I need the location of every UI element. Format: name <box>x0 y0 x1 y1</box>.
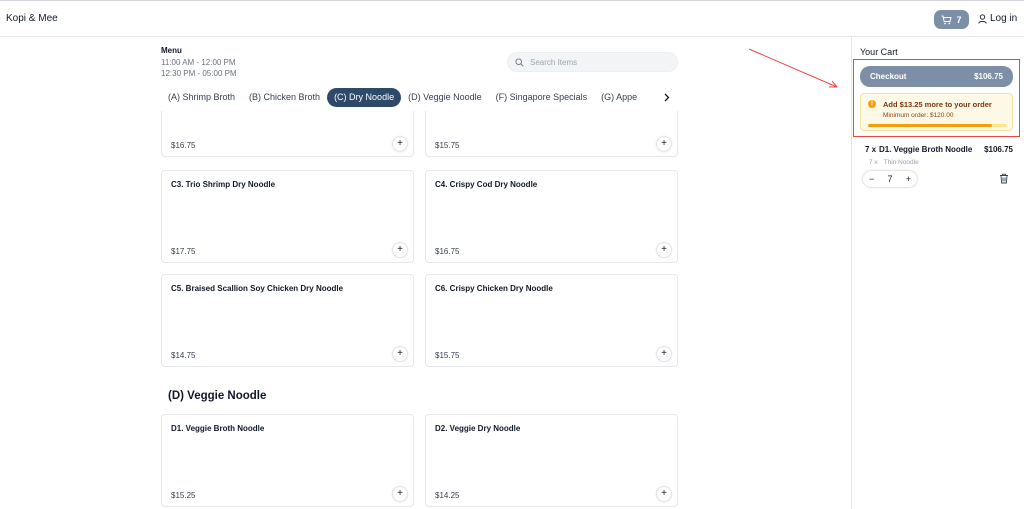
search-input[interactable] <box>530 57 670 67</box>
minimum-progress-bar <box>868 124 1007 127</box>
checkout-button[interactable]: Checkout $106.75 <box>860 66 1013 87</box>
section-title-veggie-noodle: (D) Veggie Noodle <box>168 390 267 402</box>
search-icon <box>515 57 524 67</box>
menu-item-name: D2. Veggie Dry Noodle <box>435 424 521 433</box>
cart-title: Your Cart <box>860 47 898 57</box>
minimum-progress-fill <box>868 124 992 127</box>
cart-item-option: Thin Noodle <box>883 159 919 166</box>
quantity-value: 7 <box>887 174 893 184</box>
menu-item-card[interactable]: C5. Braised Scallion Soy Chicken Dry Noo… <box>161 274 414 367</box>
add-item-button[interactable]: + <box>657 347 671 361</box>
tab-veggie-noodle[interactable]: (D) Veggie Noodle <box>401 88 489 107</box>
menu-item-card[interactable]: C4. Crispy Cod Dry Noodle $16.75 + <box>425 170 678 263</box>
login-label: Log in <box>990 13 1018 24</box>
menu-item-card[interactable]: C6. Crispy Chicken Dry Noodle $15.75 + <box>425 274 678 367</box>
cart-total: $106.75 <box>974 72 1003 81</box>
cart-divider <box>851 37 852 509</box>
menu-item-card[interactable]: $15.75 + <box>425 111 678 157</box>
menu-item-name: D1. Veggie Broth Noodle <box>171 424 265 433</box>
cart-button[interactable]: 7 <box>934 10 969 29</box>
menu-item-price: $14.75 <box>171 351 196 360</box>
tab-shrimp-broth[interactable]: (A) Shrimp Broth <box>161 88 242 107</box>
checkout-label: Checkout <box>870 72 907 81</box>
menu-hours-2: 12:30 PM - 05:00 PM <box>161 69 237 78</box>
chevron-right-icon <box>664 93 670 101</box>
menu-item-price: $17.75 <box>171 247 196 256</box>
notice-minimum: Minimum order: $120.00 <box>883 112 954 119</box>
cart-item-price: $106.75 <box>984 145 1013 154</box>
notice-message: Add $13.25 more to your order <box>883 100 992 109</box>
tabs-scroll-right-button[interactable] <box>660 89 674 105</box>
add-item-button[interactable]: + <box>393 347 407 361</box>
menu-item-card[interactable]: D1. Veggie Broth Noodle $15.25 + <box>161 414 414 507</box>
tab-singapore-specials[interactable]: (F) Singapore Specials <box>489 88 595 107</box>
menu-hours-1: 11:00 AM - 12:00 PM <box>161 58 236 67</box>
login-button[interactable]: Log in <box>978 13 1017 24</box>
add-item-button[interactable]: + <box>657 243 671 257</box>
cart-item-sub-qty: 7 x <box>869 159 878 166</box>
menu-item-price: $16.75 <box>435 247 460 256</box>
user-icon <box>978 13 987 24</box>
menu-item-card[interactable]: C3. Trio Shrimp Dry Noodle $17.75 + <box>161 170 414 263</box>
tab-appetizers[interactable]: (G) Appe <box>594 88 644 107</box>
menu-item-card[interactable]: $16.75 + <box>161 111 414 157</box>
menu-item-price: $15.75 <box>435 141 460 150</box>
tab-chicken-broth[interactable]: (B) Chicken Broth <box>242 88 327 107</box>
cart-count: 7 <box>956 14 962 25</box>
cart-item-name: D1. Veggie Broth Noodle <box>879 145 973 154</box>
search-box[interactable] <box>507 52 678 72</box>
menu-item-name: C3. Trio Shrimp Dry Noodle <box>171 180 276 189</box>
menu-item-name: C5. Braised Scallion Soy Chicken Dry Noo… <box>171 284 344 293</box>
alert-icon: ! <box>868 100 876 108</box>
annotation-arrow <box>748 48 838 88</box>
menu-items-grid: $16.75 + $15.75 + C3. Trio Shrimp Dry No… <box>161 111 679 509</box>
menu-title: Menu <box>161 46 182 55</box>
top-bar: Kopi & Mee 7 Log in <box>0 0 1024 37</box>
trash-icon[interactable] <box>999 173 1009 184</box>
add-item-button[interactable]: + <box>657 137 671 151</box>
decrement-button[interactable]: − <box>869 174 874 184</box>
menu-header: Menu 11:00 AM - 12:00 PM 12:30 PM - 05:0… <box>161 46 237 79</box>
menu-item-price: $15.75 <box>435 351 460 360</box>
add-item-button[interactable]: + <box>393 243 407 257</box>
cart-item-options: 7 x Thin Noodle <box>869 159 919 166</box>
increment-button[interactable]: + <box>906 174 911 184</box>
brand-name[interactable]: Kopi & Mee <box>6 13 58 24</box>
menu-item-card[interactable]: D2. Veggie Dry Noodle $14.25 + <box>425 414 678 507</box>
menu-item-price: $15.25 <box>171 491 196 500</box>
minimum-order-notice: ! Add $13.25 more to your order Minimum … <box>860 93 1013 131</box>
menu-item-name: C6. Crispy Chicken Dry Noodle <box>435 284 553 293</box>
cart-item-qty-prefix: 7 x <box>865 145 877 154</box>
add-item-button[interactable]: + <box>393 137 407 151</box>
add-item-button[interactable]: + <box>393 487 407 501</box>
menu-item-price: $16.75 <box>171 141 196 150</box>
cart-icon <box>941 15 953 24</box>
add-item-button[interactable]: + <box>657 487 671 501</box>
tab-dry-noodle[interactable]: (C) Dry Noodle <box>327 87 402 107</box>
menu-item-price: $14.25 <box>435 491 460 500</box>
menu-item-name: C4. Crispy Cod Dry Noodle <box>435 180 538 189</box>
quantity-stepper[interactable]: − 7 + <box>863 171 917 187</box>
category-tabs: (A) Shrimp Broth (B) Chicken Broth (C) D… <box>161 87 678 107</box>
